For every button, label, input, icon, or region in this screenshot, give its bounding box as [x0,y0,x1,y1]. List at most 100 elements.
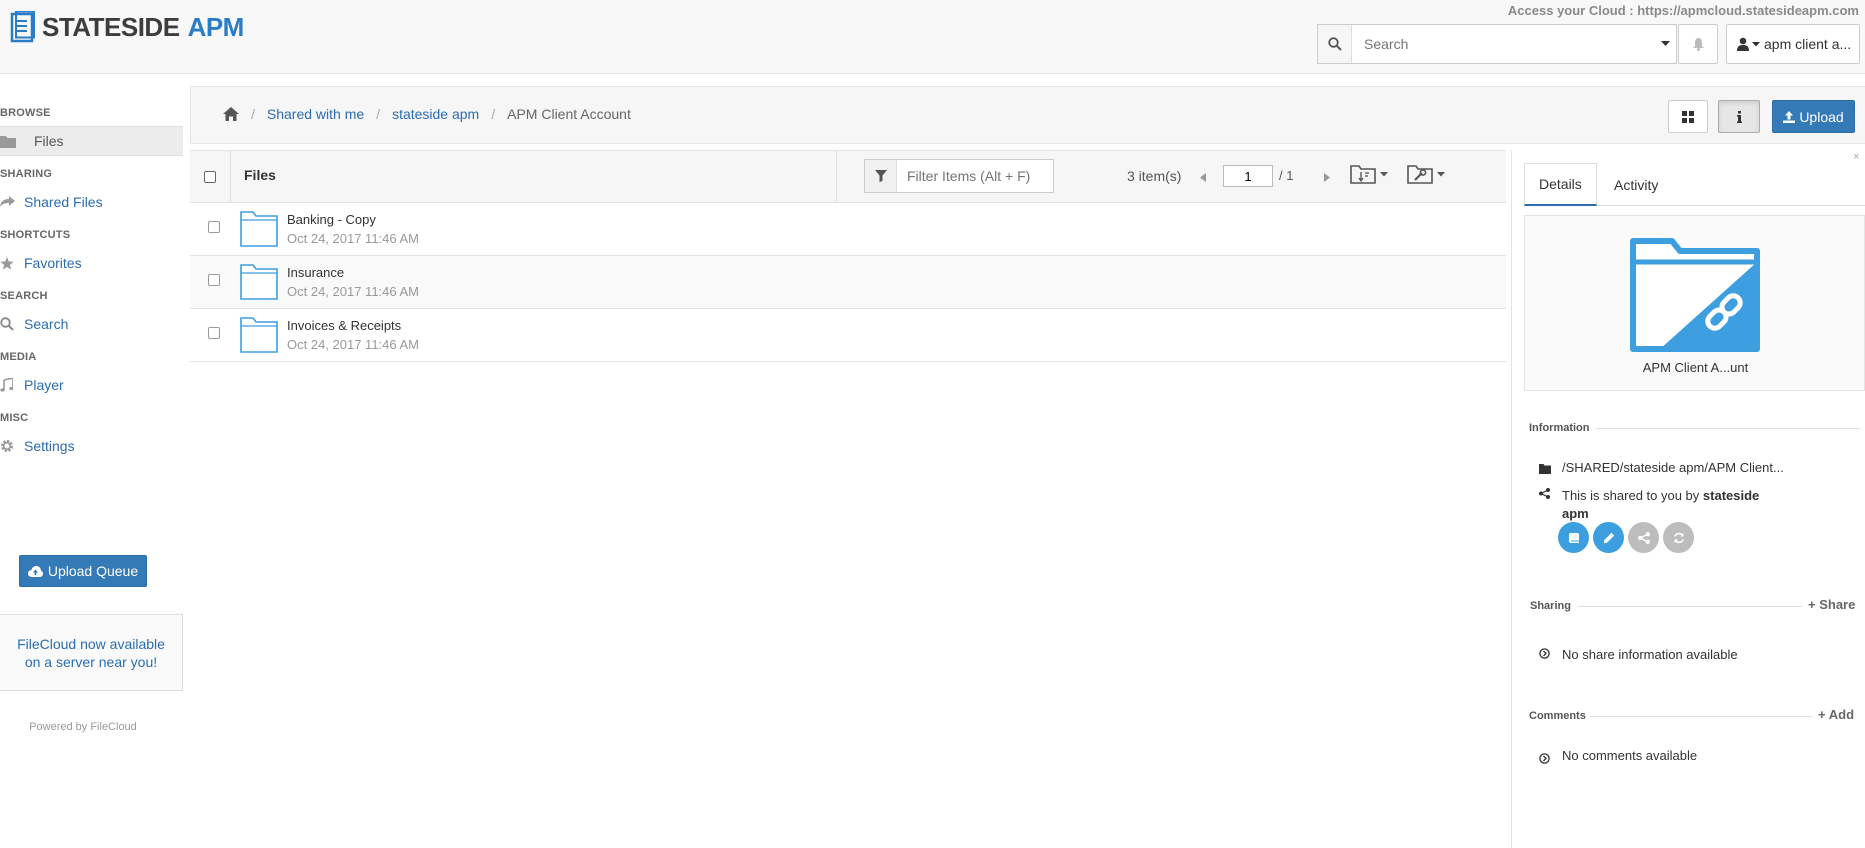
chevron-down-icon [1380,171,1388,176]
circle-arrow-icon [1539,753,1550,764]
file-row[interactable]: Invoices & Receipts Oct 24, 2017 11:46 A… [190,309,1506,362]
file-date: Oct 24, 2017 11:46 AM [287,231,420,246]
info-panel-toggle-button[interactable] [1718,100,1760,133]
global-search [1317,24,1677,64]
cloud-upload-icon [27,565,43,577]
comments-heading: Comments [1529,710,1586,722]
no-comments-info: No comments available [1562,748,1698,763]
sidebar-item-favorites[interactable]: Favorites [0,248,183,278]
open-book-button[interactable] [1558,522,1589,553]
file-row[interactable]: Banking - Copy Oct 24, 2017 11:46 AM [190,203,1506,256]
row-checkbox[interactable] [208,327,220,339]
breadcrumb-shared-with-me[interactable]: Shared with me [267,106,364,122]
breadcrumb-current: APM Client Account [507,106,631,122]
section-divider [1596,428,1860,429]
search-dropdown-caret-icon[interactable] [1654,41,1676,47]
grid-icon [1682,110,1694,123]
information-heading: Information [1529,422,1590,434]
page-number-input[interactable] [1223,165,1273,187]
breadcrumb-bar: / Shared with me / stateside apm / APM C… [190,86,1865,144]
file-name[interactable]: Banking - Copy [287,212,376,227]
filter-input[interactable] [897,168,1047,184]
powered-by-text: Powered by FileCloud [29,721,137,733]
top-header: STATESIDE APM Access your Cloud : https:… [0,0,1865,74]
folder-icon [240,211,278,247]
sidebar-item-label: Favorites [24,255,82,271]
sidebar-heading-search: SEARCH [0,290,48,302]
sidebar-heading-media: MEDIA [0,351,37,363]
sidebar-item-label: Player [24,377,64,393]
add-action-label: Add [1828,707,1855,722]
folder-path: /SHARED/stateside apm/APM Client... [1562,460,1784,475]
file-name[interactable]: Invoices & Receipts [287,318,401,333]
upload-icon [1783,110,1796,123]
search-icon [1318,25,1352,63]
row-checkbox[interactable] [208,221,220,233]
sidebar-heading-misc: MISC [0,412,29,424]
sidebar-item-label: Search [24,316,69,332]
add-share-link[interactable]: + Share [1808,597,1855,612]
sidebar-item-search[interactable]: Search [0,309,183,339]
file-list-header: Files 3 item(s) / 1 [190,150,1506,203]
files-column-title: Files [244,167,276,183]
search-input[interactable] [1352,26,1654,62]
share-action-label: Share [1819,597,1856,612]
file-row[interactable]: Insurance Oct 24, 2017 11:46 AM [190,256,1506,309]
sidebar-item-player[interactable]: Player [0,370,183,400]
sidebar-item-label: Files [34,133,64,149]
breadcrumb-stateside-apm[interactable]: stateside apm [392,106,479,122]
section-divider [1578,606,1802,607]
tab-details[interactable]: Details [1524,163,1597,206]
sidebar-item-settings[interactable]: Settings [0,431,183,461]
logo[interactable]: STATESIDE APM [10,10,244,44]
user-menu-button[interactable]: apm client a... [1726,24,1860,64]
home-icon[interactable] [223,107,239,121]
sidebar-item-files[interactable]: Files [0,126,183,156]
breadcrumb-separator: / [376,106,381,122]
filecloud-promo-link[interactable]: FileCloud now available on a server near… [0,614,183,691]
circle-arrow-icon [1539,648,1550,659]
shared-by-prefix: This is shared to you by [1562,488,1703,503]
folder-tools-menu-button[interactable] [1407,164,1445,184]
pencil-icon [1603,532,1614,543]
upload-button[interactable]: Upload [1772,100,1855,133]
notifications-button[interactable] [1678,24,1718,64]
upload-label: Upload [1799,108,1844,125]
user-icon [1737,37,1749,51]
next-page-icon[interactable] [1324,169,1330,185]
sidebar-item-shared-files[interactable]: Shared Files [0,187,183,217]
sidebar-item-label: Settings [24,438,75,454]
section-divider [1590,716,1812,717]
plus-icon: + [1818,707,1826,722]
filter-funnel-icon [865,160,897,192]
shared-by-owner-line1: stateside [1702,488,1760,503]
select-all-checkbox[interactable] [204,170,216,183]
sort-menu-button[interactable] [1350,164,1388,184]
share-button-disabled[interactable] [1628,522,1659,553]
logo-book-icon [10,11,35,43]
add-comment-link[interactable]: + Add [1818,707,1854,722]
sidebar-heading-sharing: SHARING [0,168,53,180]
grid-view-button[interactable] [1668,100,1708,133]
logo-text-stateside: STATESIDE [42,11,180,42]
upload-queue-button[interactable]: Upload Queue [19,555,147,587]
folder-preview-card: APM Client A...unt [1524,215,1865,391]
folder-icon [0,135,24,148]
sync-button-disabled[interactable] [1663,522,1694,553]
tab-activity[interactable]: Activity [1600,163,1672,206]
row-checkbox[interactable] [208,274,220,286]
file-name[interactable]: Insurance [287,265,344,280]
close-panel-icon[interactable]: × [1853,151,1859,163]
music-note-icon [0,378,24,392]
page-total: / 1 [1279,168,1294,183]
access-cloud-text: Access your Cloud : https://apmcloud.sta… [1507,3,1859,18]
sort-folder-icon [1350,165,1376,184]
sidebar-heading-browse: BROWSE [0,107,51,119]
file-date: Oct 24, 2017 11:46 AM [287,284,420,299]
edit-button[interactable] [1593,522,1624,553]
sidebar-heading-shortcuts: SHORTCUTS [0,229,71,241]
prev-page-icon[interactable] [1200,169,1206,185]
breadcrumb-separator: / [251,106,255,122]
wrench-folder-icon [1407,165,1433,184]
user-name-label: apm client a... [1764,36,1852,52]
